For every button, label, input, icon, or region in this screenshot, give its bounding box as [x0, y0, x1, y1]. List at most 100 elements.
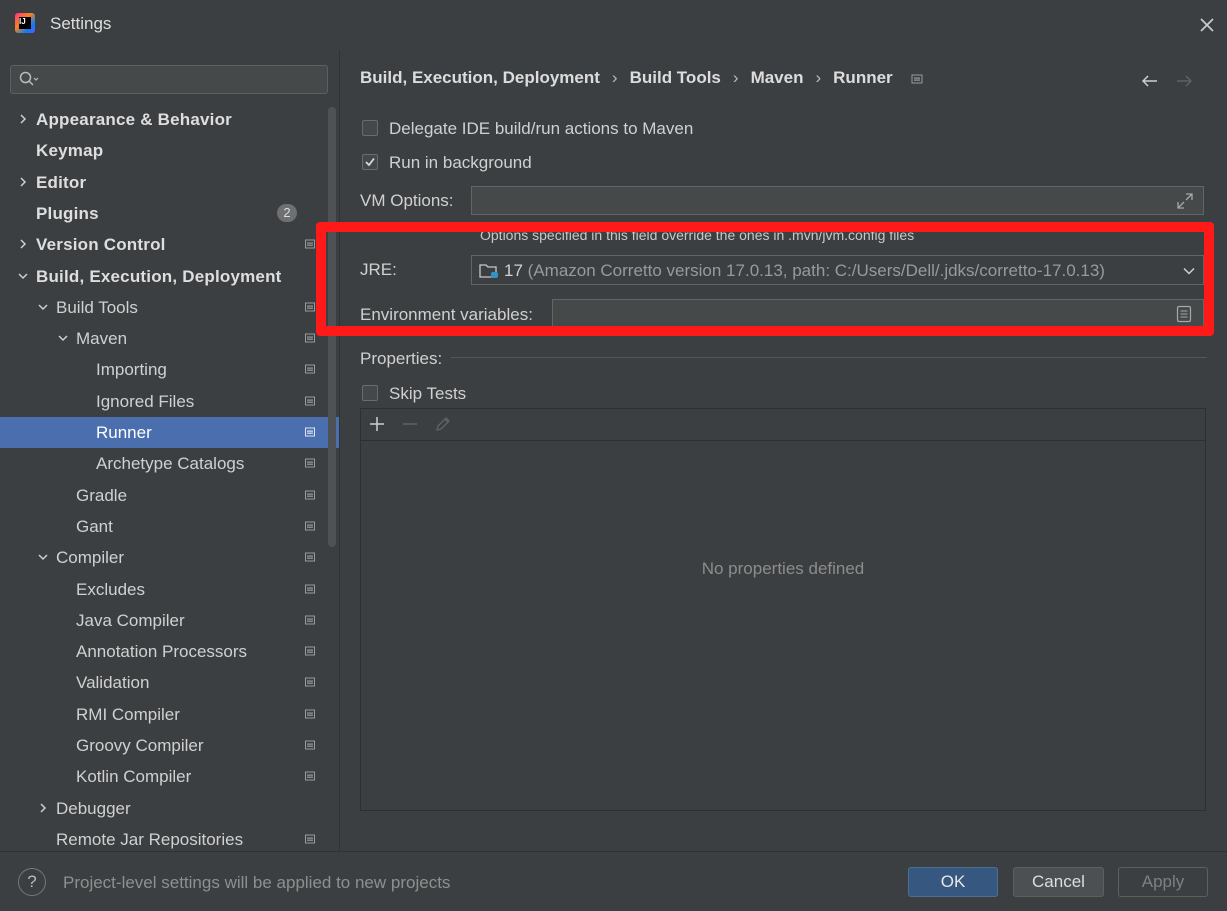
- environment-variables-field[interactable]: [552, 299, 1204, 328]
- search-input[interactable]: [43, 68, 317, 91]
- sidebar-item-label: Kotlin Compiler: [76, 767, 192, 786]
- jre-dropdown[interactable]: 17 (Amazon Corretto version 17.0.13, pat…: [471, 255, 1204, 285]
- chevron-right-icon[interactable]: [17, 238, 29, 250]
- chevron-right-icon[interactable]: [17, 113, 29, 125]
- chevron-down-icon[interactable]: [37, 551, 49, 563]
- sidebar-item-label: Version Control: [36, 235, 166, 254]
- project-settings-icon: [305, 490, 315, 500]
- chevron-down-icon[interactable]: [17, 270, 29, 282]
- search-icon: [19, 71, 39, 86]
- project-settings-icon: [305, 834, 315, 844]
- skip-tests-checkbox[interactable]: [362, 385, 378, 401]
- project-settings-icon: [305, 302, 315, 312]
- run-in-background-checkbox[interactable]: [362, 154, 378, 170]
- breadcrumb-item: Runner: [833, 68, 893, 87]
- properties-table: No properties defined: [360, 408, 1206, 811]
- vm-options-hint: Options specified in this field override…: [480, 227, 915, 243]
- project-settings-icon: [305, 396, 315, 406]
- sidebar-item[interactable]: Excludes: [0, 574, 339, 605]
- sidebar-item-label: Debugger: [56, 799, 131, 818]
- chevron-right-icon[interactable]: [37, 802, 49, 814]
- breadcrumb-item: Build Tools: [629, 68, 721, 87]
- help-button[interactable]: ?: [18, 868, 46, 896]
- jdk-folder-icon: [479, 264, 498, 278]
- empty-properties-message: No properties defined: [701, 559, 865, 578]
- breadcrumb: Build, Execution, Deployment › Build Tools…: [360, 68, 923, 88]
- sidebar-item[interactable]: Version Control: [0, 229, 339, 260]
- project-settings-icon: [305, 646, 315, 656]
- sidebar-item-label: Excludes: [76, 580, 145, 599]
- cancel-button[interactable]: Cancel: [1013, 867, 1104, 897]
- sidebar-item-label: RMI Compiler: [76, 705, 180, 724]
- project-settings-icon: [305, 333, 315, 343]
- sidebar-item[interactable]: Gant: [0, 511, 339, 542]
- sidebar-item[interactable]: Compiler: [0, 542, 339, 573]
- properties-separator: [451, 357, 1207, 358]
- sidebar-item[interactable]: Java Compiler: [0, 605, 339, 636]
- sidebar-item[interactable]: Keymap: [0, 135, 339, 166]
- forward-button[interactable]: [1174, 71, 1194, 91]
- edit-pencil-icon[interactable]: [434, 415, 452, 433]
- sidebar-item[interactable]: Ignored Files: [0, 386, 339, 417]
- sidebar-item[interactable]: Editor: [0, 167, 339, 198]
- sidebar-item[interactable]: Appearance & Behavior: [0, 104, 339, 135]
- sidebar-item[interactable]: Validation: [0, 667, 339, 698]
- close-icon: [1200, 18, 1214, 32]
- ok-button[interactable]: OK: [908, 867, 998, 897]
- close-window-button[interactable]: [1196, 14, 1218, 36]
- sidebar-item[interactable]: Plugins 2: [0, 198, 339, 229]
- sidebar-item[interactable]: Groovy Compiler: [0, 730, 339, 761]
- sidebar-item-label: Gant: [76, 517, 113, 536]
- remove-icon[interactable]: [401, 415, 419, 433]
- breadcrumb-separator-icon: ›: [611, 68, 618, 87]
- apply-button[interactable]: Apply: [1118, 867, 1208, 897]
- sidebar-item[interactable]: Remote Jar Repositories: [0, 824, 339, 851]
- sidebar-item[interactable]: Build Tools: [0, 292, 339, 323]
- document-icon[interactable]: [1176, 305, 1192, 323]
- delegate-build-checkbox[interactable]: [362, 120, 378, 136]
- delegate-build-label: Delegate IDE build/run actions to Maven: [389, 119, 694, 138]
- settings-content: Build, Execution, Deployment › Build Tools…: [340, 50, 1227, 851]
- project-settings-icon: [305, 364, 315, 374]
- sidebar-item[interactable]: Maven: [0, 323, 339, 354]
- sidebar-item-label: Editor: [36, 173, 87, 192]
- skip-tests-label: Skip Tests: [389, 384, 467, 403]
- sidebar-scrollbar[interactable]: [328, 107, 336, 547]
- properties-toolbar: [361, 409, 1205, 441]
- project-settings-icon: [305, 771, 315, 781]
- chevron-right-icon[interactable]: [17, 176, 29, 188]
- back-button[interactable]: [1140, 71, 1160, 91]
- sidebar-item[interactable]: Annotation Processors: [0, 636, 339, 667]
- sidebar-item[interactable]: Build, Execution, Deployment: [0, 261, 339, 292]
- jre-label: JRE:: [360, 260, 397, 279]
- sidebar-item[interactable]: Importing: [0, 354, 339, 385]
- vm-options-field[interactable]: [471, 186, 1204, 215]
- chevron-down-icon[interactable]: [37, 301, 49, 313]
- sidebar-item-label: Annotation Processors: [76, 642, 248, 661]
- project-settings-icon: [305, 458, 315, 468]
- jre-detail: (Amazon Corretto version 17.0.13, path: …: [527, 261, 1105, 280]
- project-settings-icon: [305, 584, 315, 594]
- settings-search-box[interactable]: [10, 65, 328, 94]
- sidebar-item[interactable]: Archetype Catalogs: [0, 448, 339, 479]
- sidebar-item-label: Archetype Catalogs: [96, 454, 245, 473]
- expand-icon[interactable]: [1176, 192, 1194, 210]
- sidebar-item[interactable]: Debugger: [0, 793, 339, 824]
- arrow-left-icon: [1141, 75, 1157, 87]
- sidebar-item-label: Keymap: [36, 141, 104, 160]
- add-icon[interactable]: [368, 415, 386, 433]
- breadcrumb-item: Maven: [750, 68, 804, 87]
- sidebar-item[interactable]: RMI Compiler: [0, 699, 339, 730]
- chevron-down-icon[interactable]: [57, 332, 69, 344]
- jre-version: 17: [504, 261, 523, 280]
- breadcrumb-item: Build, Execution, Deployment: [360, 68, 600, 87]
- update-count-badge: 2: [277, 204, 297, 222]
- sidebar-item-label: Remote Jar Repositories: [56, 830, 244, 849]
- intellij-logo-icon: IJ: [15, 13, 35, 33]
- settings-sidebar: Appearance & Behavior Keymap Editor Plugins…: [0, 50, 339, 851]
- vm-options-label: VM Options:: [360, 191, 454, 210]
- sidebar-item[interactable]: Runner: [0, 417, 339, 448]
- sidebar-item[interactable]: Gradle: [0, 480, 339, 511]
- breadcrumb-separator-icon: ›: [815, 68, 822, 87]
- sidebar-item[interactable]: Kotlin Compiler: [0, 761, 339, 792]
